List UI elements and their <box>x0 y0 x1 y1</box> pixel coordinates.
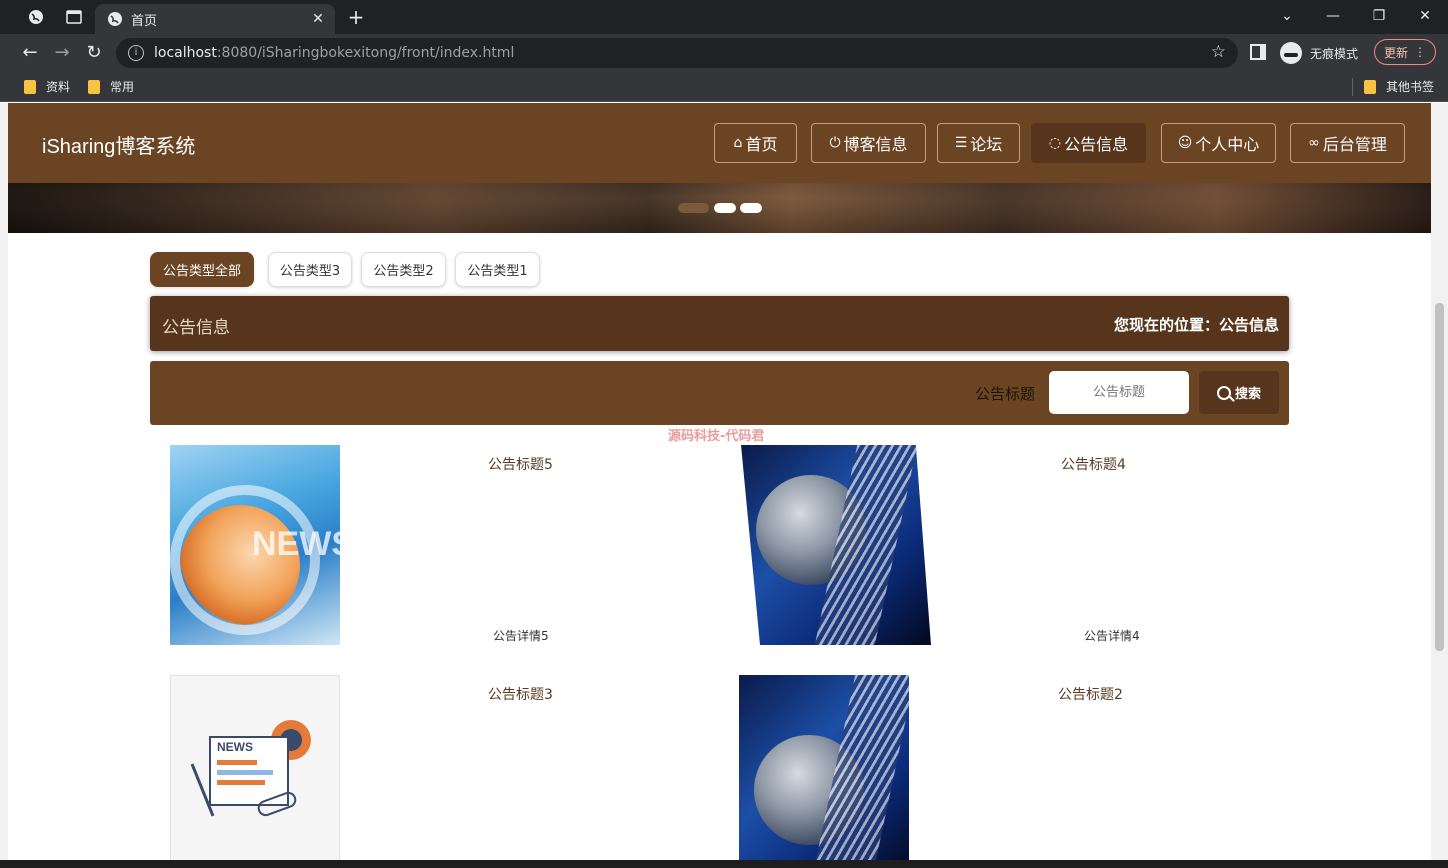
bookmark-separator <box>1352 78 1353 96</box>
page-viewport: iSharing博客系统 ⌂ 首页 ⏻ 博客信息 ☰ 论坛 ◌ 公告信息 ☺ 个人中心 ∞… <box>0 103 1448 860</box>
notice-title-5[interactable]: 公告标题5 <box>488 454 553 474</box>
sliders-icon: ☰ <box>954 135 968 151</box>
notice-title-2[interactable]: 公告标题2 <box>1058 684 1123 704</box>
image-globe <box>180 505 300 625</box>
power-icon: ⏻ <box>829 135 841 151</box>
nav-label: 后台管理 <box>1322 135 1387 154</box>
address-bar[interactable]: i localhost :8080/iSharingbokexitong/fro… <box>116 38 1238 68</box>
restore-icon[interactable]: ❐ <box>1356 4 1402 28</box>
page-scrollbar[interactable] <box>1431 103 1448 860</box>
browser-toolbar: ← → ↻ i localhost :8080/iSharingbokexito… <box>0 34 1448 72</box>
user-icon: ☺ <box>1177 135 1193 151</box>
search-button[interactable]: 搜索 <box>1199 371 1279 414</box>
image-news-logo: NEWS <box>217 740 253 754</box>
update-button[interactable]: 更新 ⋮ <box>1374 39 1436 65</box>
category-3[interactable]: 公告类型3 <box>268 252 352 287</box>
forward-icon[interactable]: → <box>49 40 75 66</box>
bookmark-folder-changyong[interactable]: 常用 <box>88 78 134 95</box>
notice-image-5[interactable]: NEWS <box>170 445 340 645</box>
site-info-icon[interactable]: i <box>128 45 144 61</box>
update-label: 更新 <box>1383 45 1408 60</box>
search-bar: 公告标题 搜索 <box>150 361 1289 425</box>
bookmark-star-icon[interactable]: ☆ <box>1211 42 1226 62</box>
nav-personal-center[interactable]: ☺ 个人中心 <box>1161 123 1276 163</box>
notice-detail-4: 公告详情4 <box>1084 629 1140 643</box>
incognito-indicator[interactable]: 无痕模式 <box>1280 40 1358 66</box>
notice-title-3[interactable]: 公告标题3 <box>488 684 553 704</box>
nav-label: 个人中心 <box>1195 135 1260 154</box>
other-bookmarks-label: 其他书签 <box>1386 80 1435 94</box>
bookmark-folder-ziliao[interactable]: 资料 <box>24 78 70 95</box>
url-host: localhost <box>154 45 217 61</box>
tab-home[interactable]: 首页 ✕ <box>95 4 335 34</box>
nav-label: 博客信息 <box>843 135 908 154</box>
tab-list-chevron-icon[interactable]: ⌄ <box>1264 4 1310 28</box>
carousel-dot-2[interactable] <box>714 203 736 213</box>
window-close-icon[interactable]: ✕ <box>1402 4 1448 28</box>
notice-image-3[interactable]: NEWS <box>170 675 340 860</box>
nav-notice-info[interactable]: ◌ 公告信息 <box>1031 123 1146 163</box>
search-label: 公告标题 <box>975 385 1036 403</box>
more-menu-icon: ⋮ <box>1414 45 1426 59</box>
bookmark-label: 资料 <box>46 80 71 94</box>
site-title: iSharing博客系统 <box>42 136 196 158</box>
search-button-label: 搜索 <box>1234 387 1261 402</box>
globe-icon[interactable] <box>22 6 50 28</box>
image-line <box>217 780 265 785</box>
back-icon[interactable]: ← <box>17 40 43 66</box>
site-header: iSharing博客系统 ⌂ 首页 ⏻ 博客信息 ☰ 论坛 ◌ 公告信息 ☺ 个人中心 ∞… <box>8 103 1431 183</box>
new-tab-icon[interactable]: + <box>342 6 370 28</box>
chat-icon: ◌ <box>1048 135 1062 151</box>
taskbar-edge <box>0 860 1448 868</box>
folder-icon <box>1364 79 1376 94</box>
tab-favicon-icon <box>108 12 122 26</box>
breadcrumb-bar: 公告信息 您现在的位置：公告信息 <box>150 296 1289 351</box>
left-gutter <box>0 103 8 860</box>
side-panel-icon[interactable] <box>1250 44 1266 60</box>
home-icon: ⌂ <box>733 135 743 151</box>
other-bookmarks[interactable]: 其他书签 <box>1364 78 1434 95</box>
image-line <box>217 760 257 765</box>
close-tab-icon[interactable]: ✕ <box>309 10 327 28</box>
nav-home[interactable]: ⌂ 首页 <box>714 123 797 163</box>
bookmark-label: 常用 <box>110 80 135 94</box>
nav-label: 公告信息 <box>1064 135 1129 154</box>
category-all[interactable]: 公告类型全部 <box>150 252 254 287</box>
tab-search-icon[interactable] <box>60 6 88 28</box>
reload-icon[interactable]: ↻ <box>81 40 107 66</box>
notice-detail-5: 公告详情5 <box>493 629 549 643</box>
folder-icon <box>24 79 36 94</box>
minimize-icon[interactable]: — <box>1310 4 1356 28</box>
nav-label: 首页 <box>745 135 778 154</box>
carousel-dot-3[interactable] <box>740 203 762 213</box>
nav-label: 论坛 <box>970 135 1003 154</box>
watermark: 源码科技-代码君 <box>668 429 765 444</box>
category-2[interactable]: 公告类型2 <box>361 252 446 287</box>
notice-image-2[interactable] <box>739 675 909 860</box>
incognito-label: 无痕模式 <box>1310 46 1359 61</box>
folder-icon <box>88 79 100 94</box>
image-news-logo: NEWS <box>252 525 340 563</box>
url-path: :8080/iSharingbokexitong/front/index.htm… <box>216 45 515 61</box>
nav-forum[interactable]: ☰ 论坛 <box>937 123 1020 163</box>
browser-tab-strip: 首页 ✕ + ⌄ — ❐ ✕ <box>0 0 1448 34</box>
link-icon: ∞ <box>1308 135 1320 151</box>
bookmarks-bar: 资料 常用 其他书签 <box>0 72 1448 102</box>
carousel-dot-1[interactable] <box>678 203 709 213</box>
section-title: 公告信息 <box>162 318 230 338</box>
scrollbar-thumb[interactable] <box>1435 303 1444 651</box>
nav-blog-info[interactable]: ⏻ 博客信息 <box>811 123 926 163</box>
category-1[interactable]: 公告类型1 <box>455 252 540 287</box>
incognito-icon <box>1280 42 1302 64</box>
tab-title: 首页 <box>131 13 158 29</box>
search-icon <box>1216 385 1231 400</box>
image-line <box>217 770 273 775</box>
search-input[interactable] <box>1049 371 1189 414</box>
notice-image-4[interactable] <box>741 445 931 645</box>
breadcrumb: 您现在的位置：公告信息 <box>1113 316 1279 334</box>
nav-admin[interactable]: ∞ 后台管理 <box>1290 123 1405 163</box>
notice-title-4[interactable]: 公告标题4 <box>1061 454 1126 474</box>
